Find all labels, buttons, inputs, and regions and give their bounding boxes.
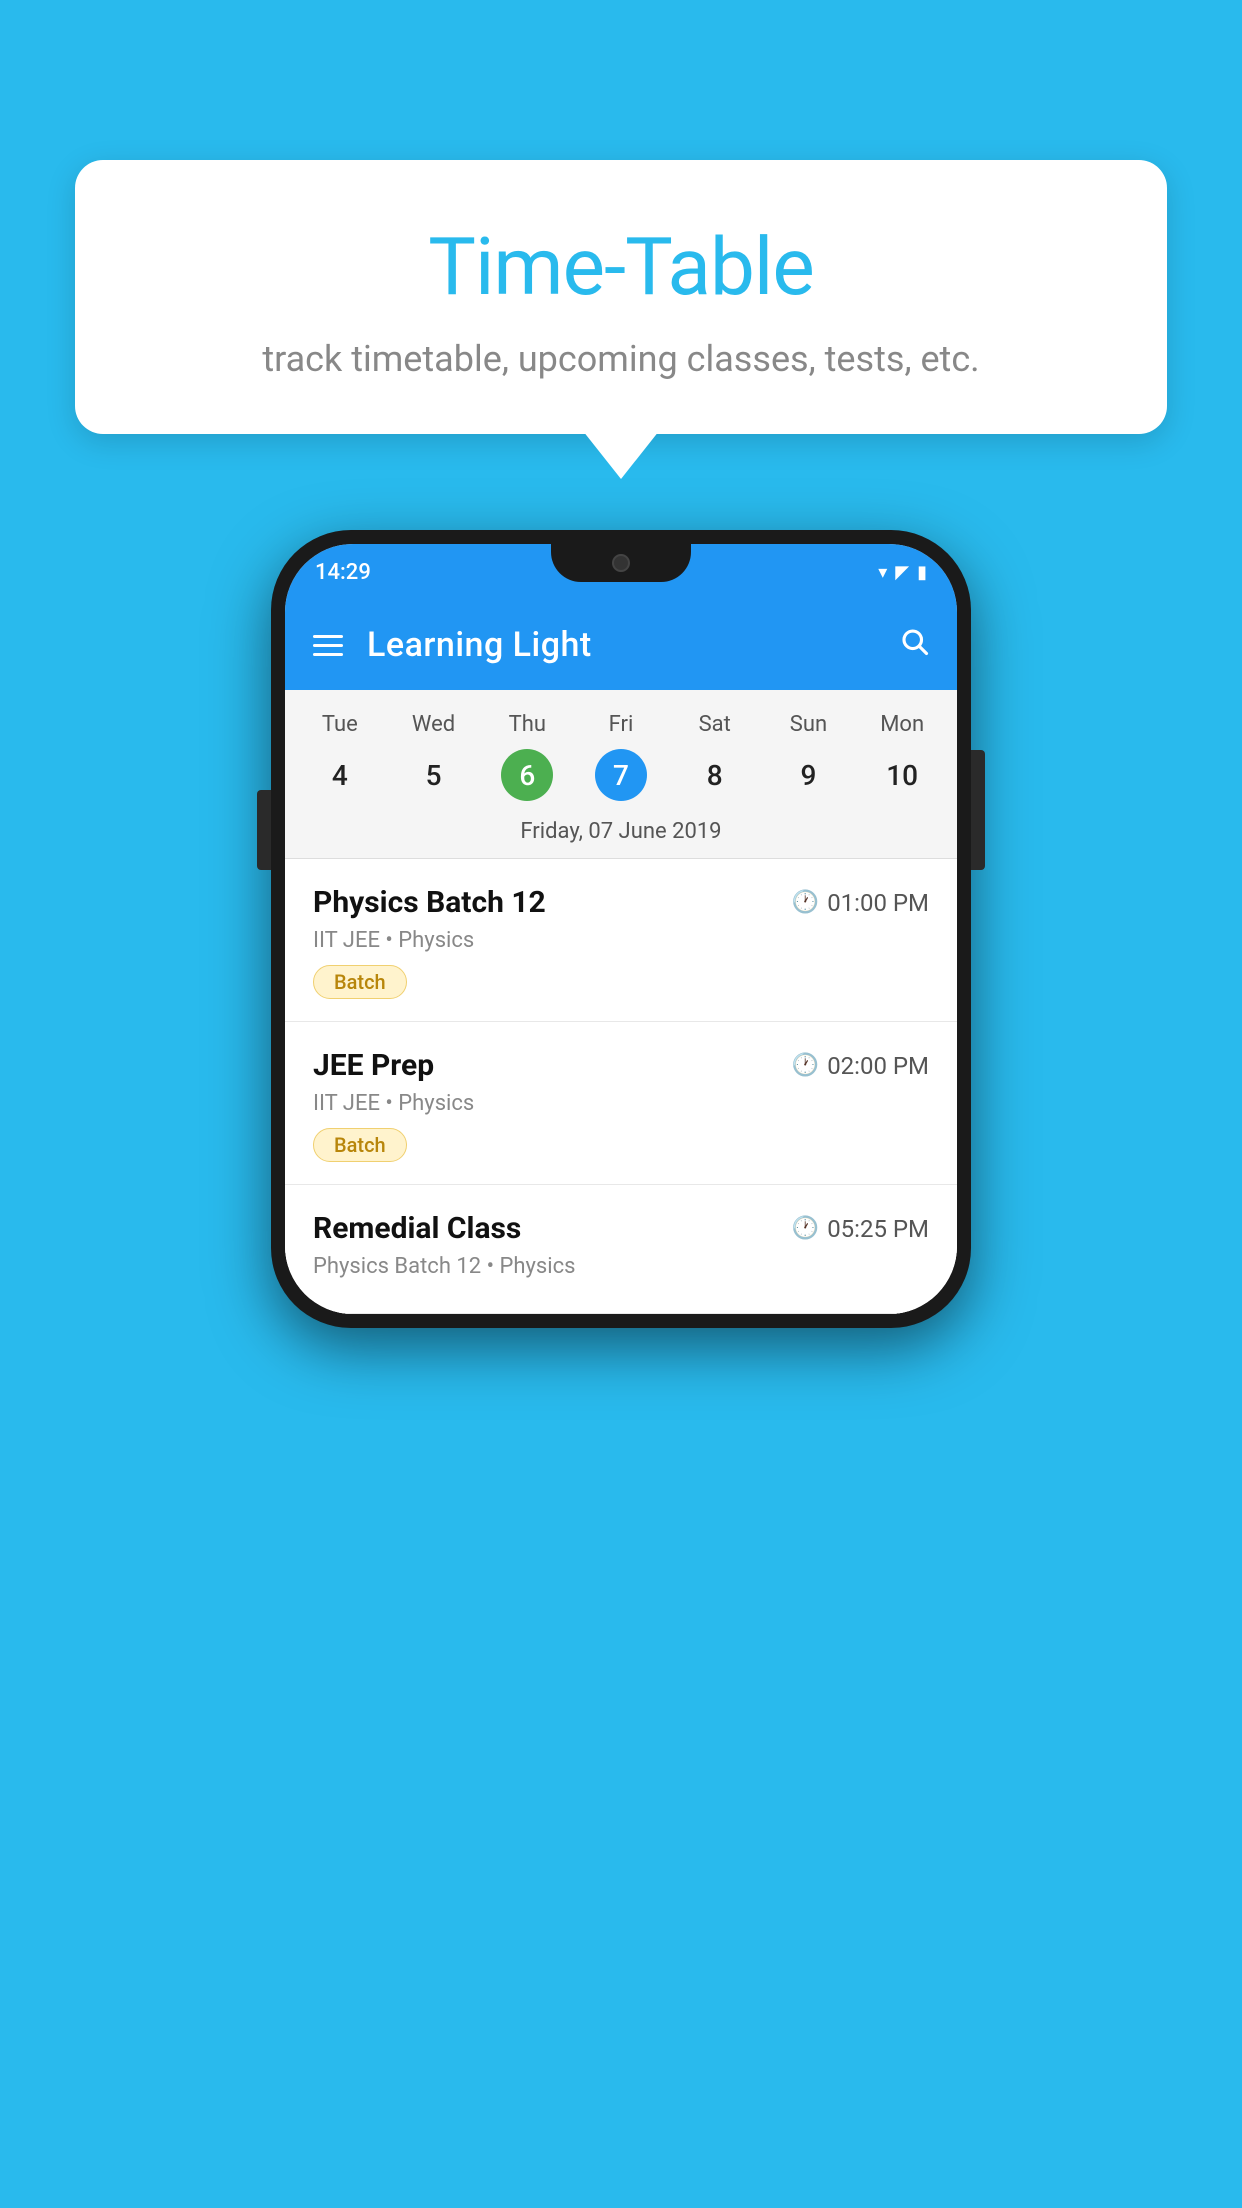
day-sat: Sat [668,706,762,743]
day-fri: Fri [574,706,668,743]
day-headers: Tue Wed Thu Fri Sat Sun Mon [285,706,957,743]
battery-icon: ▮ [917,562,927,583]
class-item-1-row: Physics Batch 12 🕐 01:00 PM [313,885,929,920]
menu-button[interactable] [313,635,343,656]
class-time-value-3: 05:25 PM [827,1215,929,1243]
clock-icon-3: 🕐 [792,1216,819,1241]
date-7-selected[interactable]: 7 [595,749,647,801]
day-numbers: 4 5 6 7 8 9 10 [285,743,957,813]
search-button[interactable] [899,626,929,664]
clock-icon-2: 🕐 [792,1053,819,1078]
day-mon: Mon [855,706,949,743]
class-time-value-1: 01:00 PM [827,889,929,917]
signal-icon: ◤ [895,562,909,583]
class-name-3: Remedial Class [313,1211,521,1246]
class-subtitle-2: IIT JEE • Physics [313,1091,929,1116]
status-bar: 14:29 ▾ ◤ ▮ [285,544,957,600]
class-item-2[interactable]: JEE Prep 🕐 02:00 PM IIT JEE • Physics Ba… [285,1022,957,1185]
class-item-3-row: Remedial Class 🕐 05:25 PM [313,1211,929,1246]
status-time: 14:29 [315,560,371,585]
class-subtitle-1: IIT JEE • Physics [313,928,929,953]
class-list: Physics Batch 12 🕐 01:00 PM IIT JEE • Ph… [285,859,957,1314]
phone-outer: 14:29 ▾ ◤ ▮ Learning Light [271,530,971,1328]
date-10[interactable]: 10 [855,749,949,801]
day-thu: Thu [480,706,574,743]
class-time-1: 🕐 01:00 PM [792,889,929,917]
notch [551,544,691,582]
app-title: Learning Light [367,625,875,665]
class-name-2: JEE Prep [313,1048,434,1083]
phone-mockup: 14:29 ▾ ◤ ▮ Learning Light [271,530,971,1328]
selected-date-label: Friday, 07 June 2019 [285,813,957,859]
batch-tag-1: Batch [313,965,407,999]
clock-icon-1: 🕐 [792,890,819,915]
camera [612,554,630,572]
date-5[interactable]: 5 [387,749,481,801]
tooltip-subtitle: track timetable, upcoming classes, tests… [125,334,1117,384]
date-6-today[interactable]: 6 [501,749,553,801]
calendar-strip: Tue Wed Thu Fri Sat Sun Mon 4 5 6 7 8 9 … [285,690,957,859]
wifi-icon: ▾ [878,562,887,583]
tooltip-card: Time-Table track timetable, upcoming cla… [75,160,1167,434]
class-time-2: 🕐 02:00 PM [792,1052,929,1080]
class-name-1: Physics Batch 12 [313,885,546,920]
class-time-3: 🕐 05:25 PM [792,1215,929,1243]
batch-tag-2: Batch [313,1128,407,1162]
date-8[interactable]: 8 [668,749,762,801]
date-4[interactable]: 4 [293,749,387,801]
day-sun: Sun [762,706,856,743]
date-9[interactable]: 9 [762,749,856,801]
app-bar: Learning Light [285,600,957,690]
class-item-3[interactable]: Remedial Class 🕐 05:25 PM Physics Batch … [285,1185,957,1314]
day-wed: Wed [387,706,481,743]
class-time-value-2: 02:00 PM [827,1052,929,1080]
class-item-1[interactable]: Physics Batch 12 🕐 01:00 PM IIT JEE • Ph… [285,859,957,1022]
class-subtitle-3: Physics Batch 12 • Physics [313,1254,929,1279]
class-item-2-row: JEE Prep 🕐 02:00 PM [313,1048,929,1083]
phone-screen: 14:29 ▾ ◤ ▮ Learning Light [285,544,957,1314]
status-icons: ▾ ◤ ▮ [878,562,927,583]
day-tue: Tue [293,706,387,743]
tooltip-title: Time-Table [125,220,1117,314]
